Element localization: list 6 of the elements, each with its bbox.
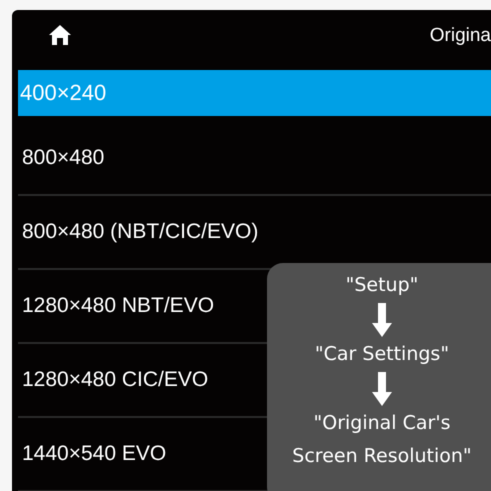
resolution-option[interactable]: 800×480 bbox=[18, 122, 491, 196]
down-arrow-icon bbox=[372, 372, 392, 406]
down-arrow-icon bbox=[372, 303, 392, 337]
home-icon[interactable] bbox=[48, 24, 72, 46]
screen-title: Origina bbox=[430, 25, 491, 47]
hint-step: "Setup" bbox=[287, 269, 477, 302]
